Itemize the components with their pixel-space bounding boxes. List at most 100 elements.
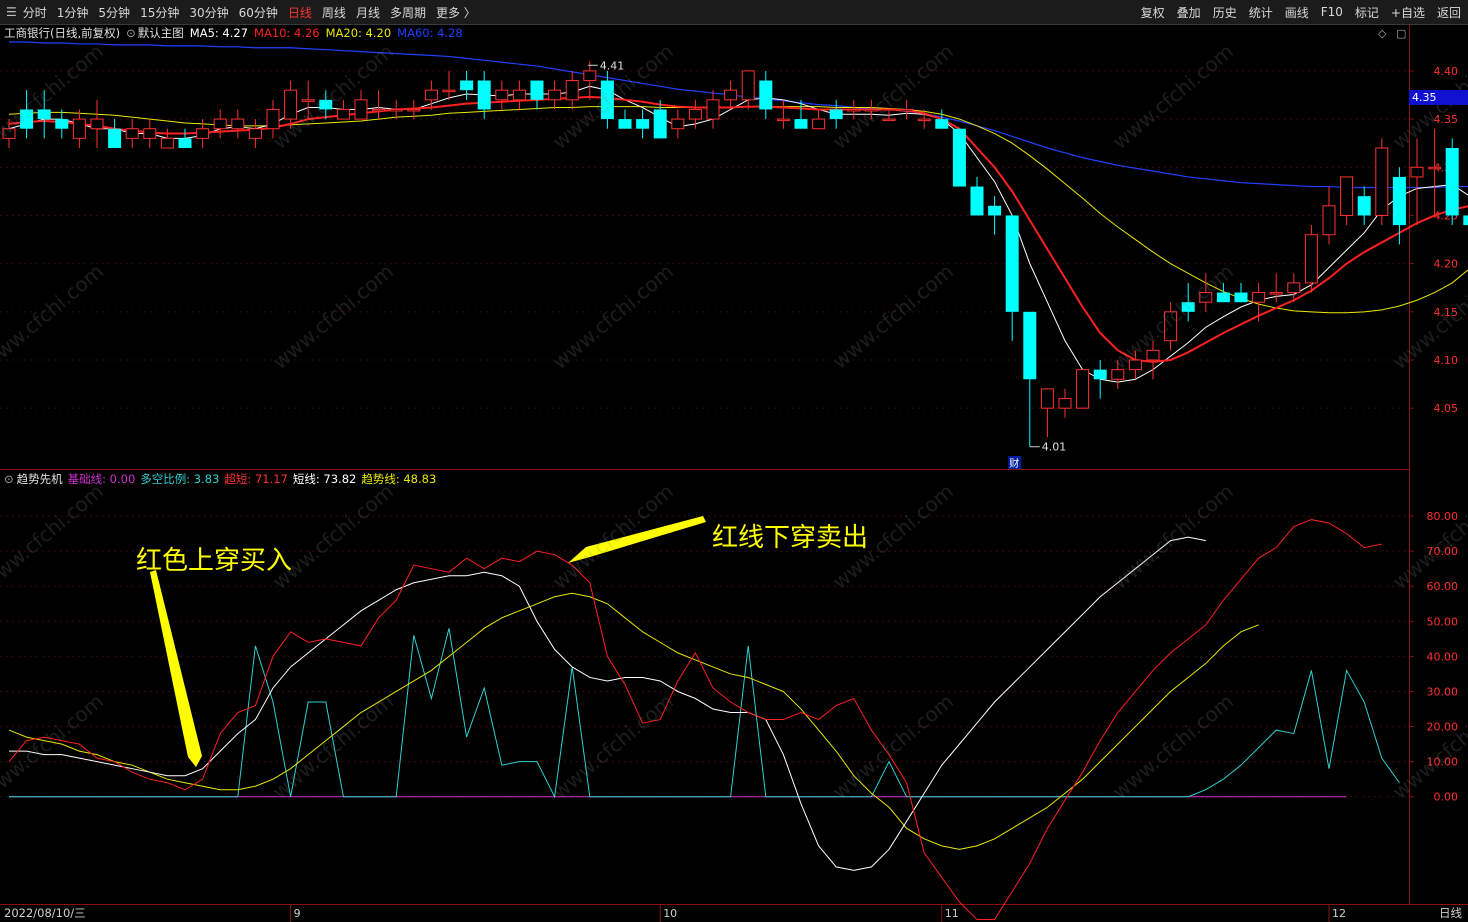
- ma60-line: [9, 41, 1468, 189]
- candle-body: [1076, 369, 1090, 409]
- watermark-text: www.cfchi.com: [548, 259, 678, 374]
- period-label: 日线: [1439, 906, 1462, 920]
- candle-body: [1410, 166, 1424, 178]
- candle-body: [1287, 282, 1301, 294]
- candle-body: [794, 119, 808, 129]
- kline-chart[interactable]: 4.404.354.304.254.204.154.104.0580.0070.…: [0, 0, 1468, 922]
- watermark-text: www.cfchi.com: [828, 689, 958, 804]
- candle-body: [336, 108, 350, 120]
- month-label: 11: [945, 907, 959, 920]
- candle-body: [688, 108, 702, 120]
- candle-body: [248, 128, 262, 139]
- osc-tick-label: 40.00: [1427, 650, 1459, 663]
- watermark-text: www.cfchi.com: [1108, 689, 1238, 804]
- candle-body: [354, 99, 368, 120]
- candle-body: [1269, 292, 1283, 295]
- osc-tick-label: 60.00: [1427, 580, 1459, 593]
- candle-body: [776, 118, 790, 122]
- candle-body: [988, 205, 1002, 216]
- month-label: 9: [294, 907, 301, 920]
- candle-body: [55, 119, 69, 129]
- watermark-text: www.cfchi.com: [0, 689, 108, 804]
- candle-body: [1093, 369, 1107, 380]
- candle-body: [706, 99, 720, 120]
- price-tick-label: 4.05: [1434, 402, 1459, 415]
- buy-annotation: 红色上穿买入: [136, 546, 293, 576]
- candle-body: [1040, 388, 1054, 409]
- candle-body: [90, 118, 104, 130]
- candle-body: [460, 80, 474, 91]
- candle-body: [741, 70, 755, 101]
- candle-body: [759, 80, 773, 110]
- high-price-label: 4.41: [600, 59, 625, 72]
- candle-body: [1392, 176, 1406, 226]
- candle-body: [477, 80, 491, 110]
- candle-body: [108, 128, 122, 148]
- ma10-line: [8, 95, 1468, 363]
- candle-body: [970, 186, 984, 216]
- price-tick-label: 4.10: [1434, 354, 1459, 367]
- candle-body: [196, 128, 210, 139]
- watermark-text: www.cfchi.com: [0, 39, 108, 154]
- candle-body: [178, 138, 192, 148]
- candle-body: [372, 108, 386, 112]
- candle-body: [900, 108, 914, 112]
- start-date-label: 2022/08/10/三: [4, 906, 86, 920]
- candle-body: [389, 108, 403, 112]
- candle-body: [548, 89, 562, 101]
- candle-body: [1023, 311, 1037, 380]
- candle-body: [72, 118, 86, 139]
- ma20-line: [8, 106, 1468, 314]
- watermark-text: www.cfchi.com: [268, 259, 398, 374]
- candle-body: [1005, 215, 1019, 312]
- month-label: 10: [663, 907, 677, 920]
- watermark-text: www.cfchi.com: [268, 689, 398, 804]
- watermark-text: www.cfchi.com: [1108, 259, 1238, 374]
- candle-body: [266, 108, 280, 130]
- candle-body: [530, 80, 544, 100]
- price-tick-label: 4.20: [1434, 258, 1459, 271]
- candle-body: [125, 128, 139, 139]
- watermark-text: www.cfchi.com: [828, 39, 958, 154]
- candle-body: [442, 89, 456, 93]
- candle-body: [812, 118, 826, 130]
- candle-body: [1252, 292, 1266, 303]
- watermark-text: www.cfchi.com: [828, 259, 958, 374]
- ultra-short-line: [8, 519, 1382, 921]
- month-label: 12: [1332, 907, 1346, 920]
- candle-body: [653, 109, 667, 139]
- watermark-text: www.cfchi.com: [1108, 479, 1238, 594]
- osc-tick-label: 0.00: [1434, 791, 1459, 804]
- candle-body: [143, 128, 157, 139]
- event-marker-label: 财: [1009, 457, 1019, 470]
- osc-tick-label: 30.00: [1427, 685, 1459, 698]
- candle-body: [583, 70, 597, 82]
- candle-body: [1445, 148, 1459, 216]
- candle-body: [213, 118, 227, 130]
- candle-body: [1428, 166, 1442, 170]
- price-tick-label: 4.40: [1434, 65, 1459, 78]
- candle-body: [952, 128, 966, 187]
- watermark-text: www.cfchi.com: [0, 259, 108, 374]
- candle-body: [935, 119, 949, 129]
- candle-body: [1304, 234, 1318, 284]
- duokong-line: [9, 628, 1400, 799]
- candle-body: [671, 118, 685, 130]
- candle-body: [565, 80, 579, 101]
- candle-body: [231, 118, 245, 130]
- watermark-text: www.cfchi.com: [1388, 479, 1468, 594]
- osc-tick-label: 50.00: [1427, 615, 1459, 628]
- candle-body: [636, 119, 650, 129]
- candle-body: [917, 118, 931, 122]
- candle-body: [829, 109, 843, 120]
- candle-body: [1322, 205, 1336, 236]
- candle-body: [160, 137, 174, 149]
- candle-body: [618, 119, 632, 129]
- candle-body: [1234, 292, 1248, 303]
- candle-body: [424, 89, 438, 101]
- candle-body: [407, 108, 421, 112]
- watermark-text: www.cfchi.com: [1388, 689, 1468, 804]
- watermark-text: www.cfchi.com: [0, 479, 108, 594]
- candle-body: [1216, 292, 1230, 303]
- candle-body: [1357, 196, 1371, 216]
